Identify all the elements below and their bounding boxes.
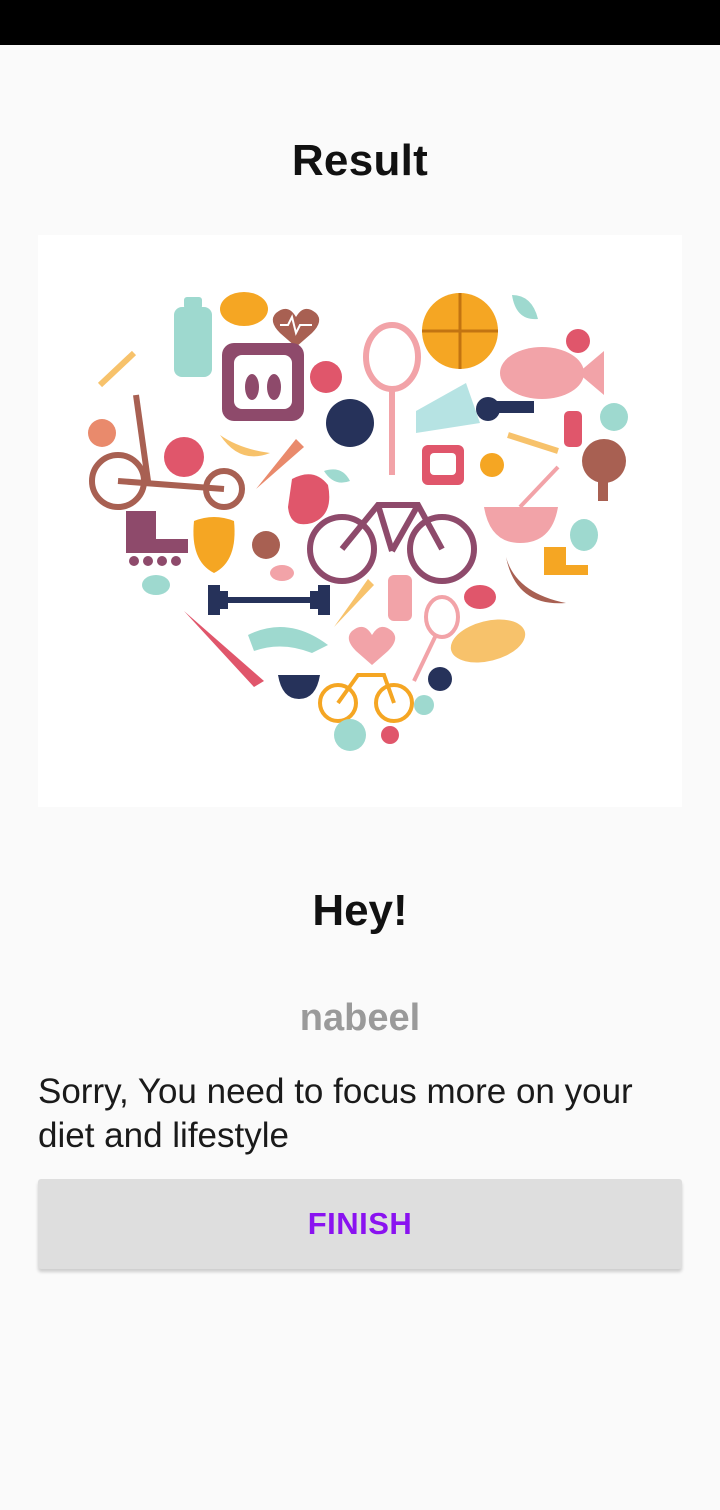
basketball-icon (422, 293, 498, 369)
finish-button[interactable]: FINISH (38, 1179, 682, 1269)
page-title: Result (291, 136, 429, 185)
dumbbell-icon (208, 585, 330, 615)
small-scale-icon (422, 445, 464, 485)
strawberry-icon (310, 361, 342, 393)
racket-icon (363, 322, 421, 475)
fish-icon (500, 347, 604, 399)
roller-skate-icon (126, 511, 188, 566)
broccoli-icon (582, 439, 626, 501)
apple-icon (600, 403, 628, 431)
carrot-icon (334, 579, 374, 627)
status-bar (0, 0, 720, 45)
greeting-heading: Hey! (312, 886, 408, 935)
broccoli-icon (252, 531, 280, 559)
broccoli-icon (334, 719, 366, 751)
food-bowl-icon (484, 465, 560, 543)
ball-icon (381, 726, 399, 744)
onion-icon (164, 437, 204, 477)
heart-pulse-icon (348, 626, 396, 665)
strawberry-icon (88, 419, 116, 447)
health-heart-illustration (38, 235, 682, 807)
leaf-icon (512, 295, 538, 320)
bicycle-icon (307, 502, 477, 584)
ball-icon (566, 329, 590, 353)
carrot-icon (184, 611, 264, 687)
ball-icon (414, 695, 434, 715)
leaf-icon (324, 469, 350, 483)
banana-icon (220, 435, 270, 457)
cheese-icon (416, 383, 480, 433)
small-dumbbell-icon (97, 350, 137, 388)
egg-icon (270, 565, 294, 581)
bicycle-icon (318, 673, 414, 723)
heart-pulse-icon (272, 308, 320, 347)
water-bottle-icon (174, 297, 212, 377)
result-message: Sorry, You need to focus more on your di… (38, 1072, 633, 1155)
apple-icon (288, 474, 330, 525)
bathroom-scale-icon (222, 343, 304, 421)
lemon-icon (570, 519, 598, 551)
tennis-ball-icon (326, 399, 374, 447)
lemon-icon (142, 575, 170, 595)
bottle-icon (564, 411, 582, 447)
roller-skate-icon (544, 547, 588, 575)
strawberry-icon (193, 517, 235, 573)
food-bowl-icon (278, 675, 320, 699)
username-label: nabeel (299, 997, 421, 1039)
orange-icon (480, 453, 504, 477)
tape-measure-icon (476, 397, 534, 421)
lemon-icon (220, 292, 268, 326)
small-dumbbell-icon (507, 432, 559, 454)
nut-icon (464, 585, 496, 609)
strawberry-icon (428, 667, 452, 691)
bottle-icon (388, 575, 412, 621)
tape-measure-icon (248, 627, 328, 653)
